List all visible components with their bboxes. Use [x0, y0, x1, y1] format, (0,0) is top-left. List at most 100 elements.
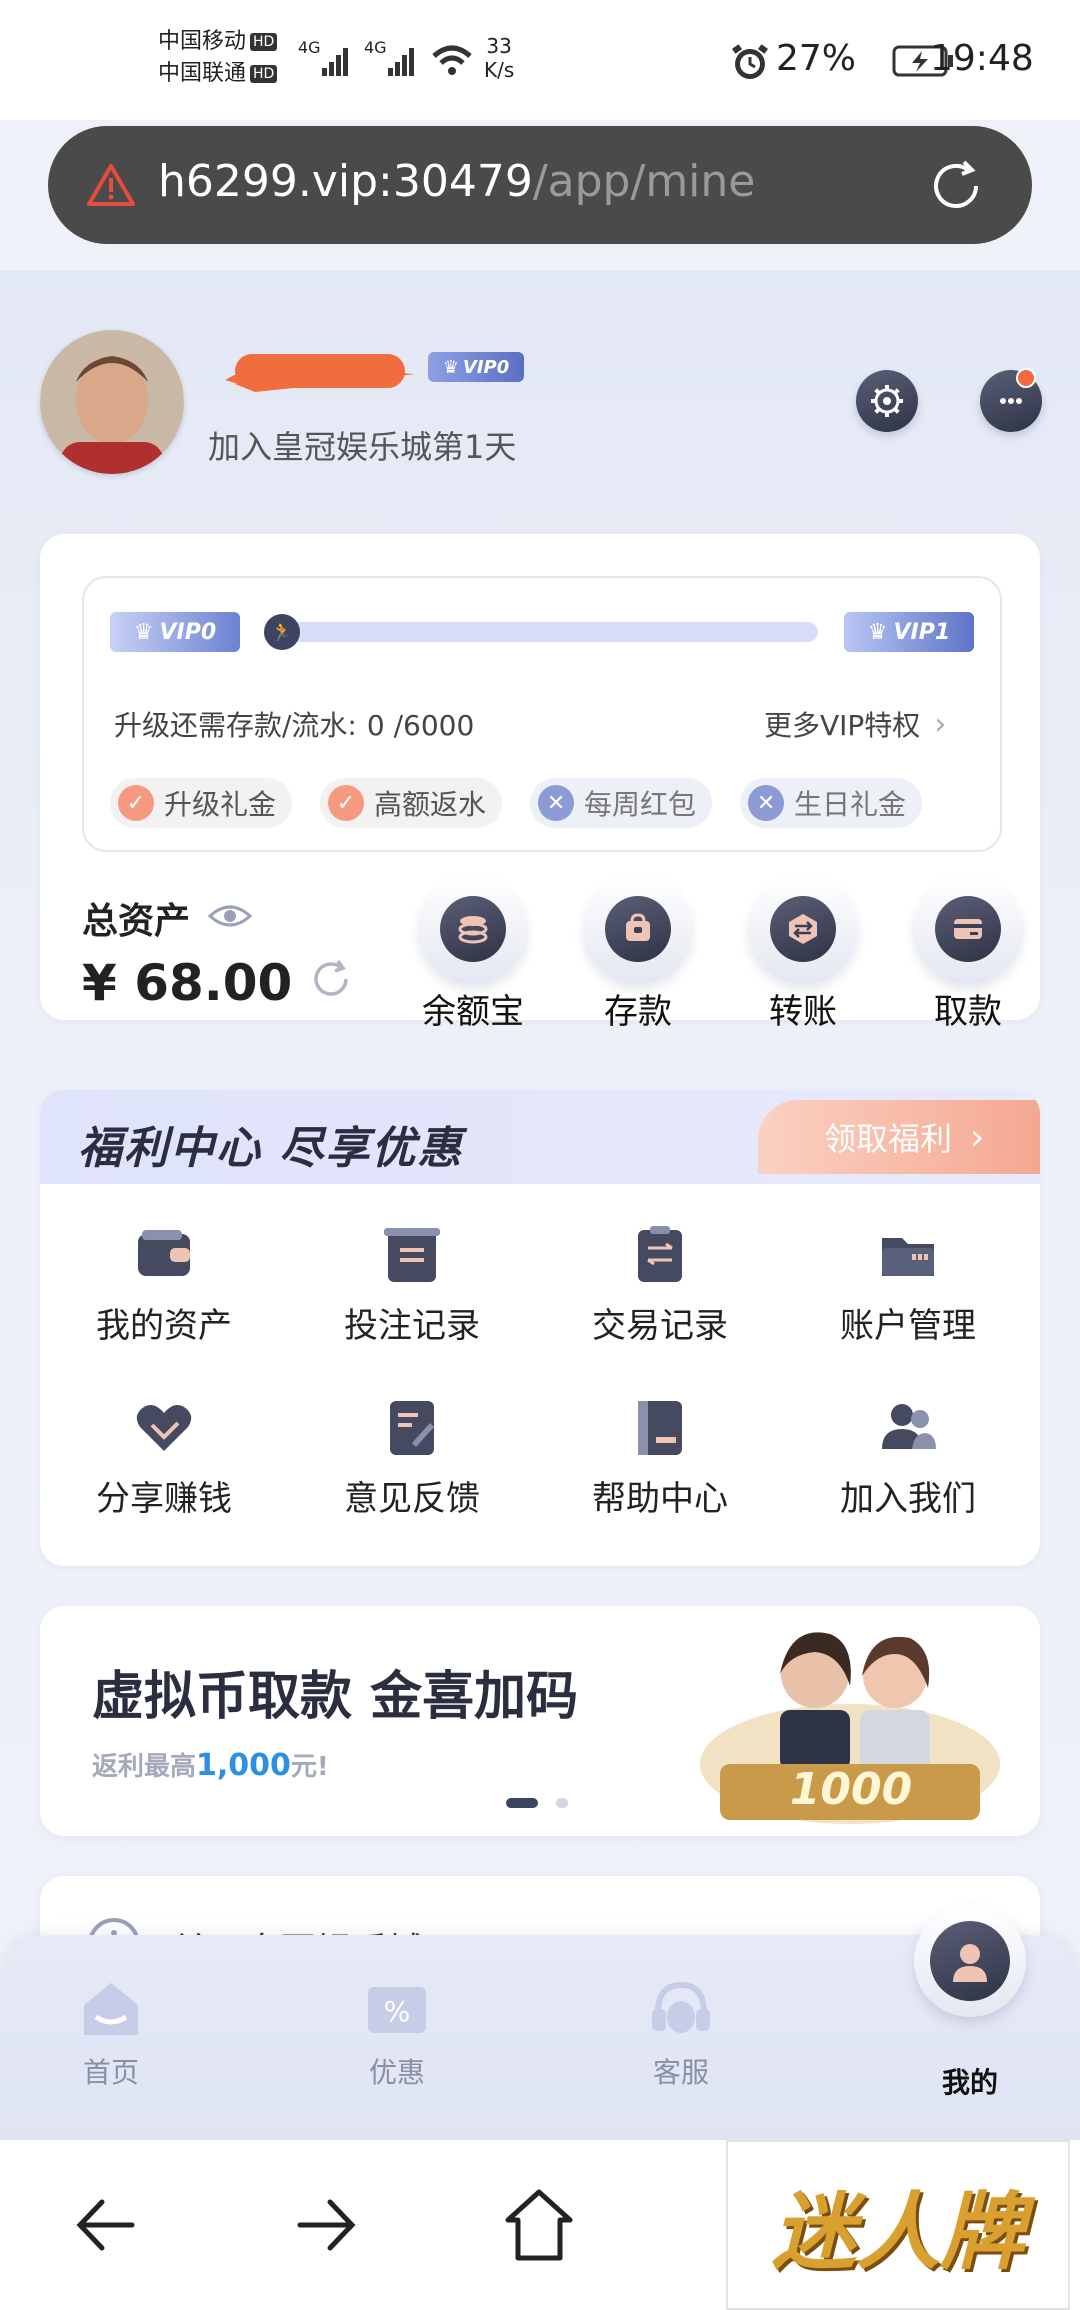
carrier-2: 中国联通	[158, 61, 247, 86]
welfare-center-card: 福利中心 尽享优惠 领取福利 › 我的资产 投注记录 交易记录 账户管理 分享赚…	[40, 1090, 1040, 1566]
chevron-right-icon: ›	[934, 706, 947, 742]
back-arrow-icon[interactable]	[62, 2180, 152, 2270]
wifi-icon	[430, 40, 474, 84]
svg-text:%: %	[384, 1995, 411, 2028]
home-icon	[26, 1977, 196, 2045]
grid-account-management[interactable]: 账户管理	[784, 1224, 1032, 1347]
action-label: 转账	[769, 992, 837, 1032]
check-icon: ✓	[118, 785, 154, 821]
vip-progress-bar: 🏃	[264, 614, 818, 650]
crown-icon: ♛	[867, 619, 888, 645]
grid-bet-records[interactable]: 投注记录	[288, 1224, 536, 1347]
hd-badge: HD	[250, 65, 278, 83]
chevron-right-icon: ›	[970, 1116, 985, 1158]
avatar[interactable]	[40, 330, 184, 474]
coin-stack-icon[interactable]	[418, 874, 528, 984]
headset-icon	[596, 1977, 766, 2045]
check-icon: ✓	[328, 785, 365, 821]
bet-record-icon	[382, 1224, 442, 1284]
vip-progress-panel: ♛ VIP0 🏃 ♛ VIP1 升级还需存款/流水: 0 /6000 更多VIP特权 ›…	[82, 576, 1002, 852]
feedback-icon	[382, 1397, 442, 1457]
tab-mine-label: 我的	[941, 2066, 998, 2099]
hd-badge: HD	[250, 33, 278, 51]
welfare-title: 福利中心 尽享优惠	[78, 1123, 464, 1174]
upgrade-requirement: 升级还需存款/流水: 0 /6000	[114, 709, 475, 742]
alarm-icon	[730, 42, 770, 86]
card-icon[interactable]	[913, 874, 1023, 984]
battery-percent: 27%	[776, 38, 857, 79]
crown-icon: ♛	[133, 619, 154, 645]
banner-art-text: 1000	[789, 1764, 913, 1815]
total-assets-title: 总资产	[82, 892, 253, 944]
crown-icon: ♛	[442, 356, 459, 378]
grid-join-us[interactable]: 加入我们	[784, 1397, 1032, 1520]
banner-title: 虚拟币取款 金喜加码	[92, 1667, 579, 1727]
action-withdraw[interactable]: 取款	[883, 874, 1053, 1033]
vip-perks: ✓ 升级礼金 ✓ 高额返水 ✕ 每周红包 ✕ 生日礼金	[110, 778, 923, 828]
tab-promotions[interactable]: % 优惠	[312, 1977, 482, 2091]
home-nav-icon[interactable]	[494, 2180, 584, 2270]
perk-weekly-redpacket[interactable]: ✕ 每周红包	[530, 778, 713, 828]
claim-welfare-button[interactable]: 领取福利 ›	[758, 1100, 1040, 1174]
cross-icon: ✕	[538, 785, 575, 821]
perk-upgrade-bonus[interactable]: ✓ 升级礼金	[110, 778, 293, 828]
user-icon	[930, 1921, 1010, 2001]
people-icon	[878, 1397, 938, 1457]
wallet-bag-icon[interactable]	[583, 874, 693, 984]
vip-assets-card: ♛ VIP0 🏃 ♛ VIP1 升级还需存款/流水: 0 /6000 更多VIP特权 ›…	[40, 534, 1040, 1032]
folder-icon	[878, 1224, 938, 1284]
action-label: 存款	[604, 992, 672, 1032]
action-label: 余额宝	[422, 992, 524, 1032]
slide-indicator-active[interactable]	[506, 1798, 538, 1808]
help-book-icon	[630, 1397, 690, 1457]
transfer-icon[interactable]	[748, 874, 858, 984]
grid-help-center[interactable]: 帮助中心	[536, 1397, 784, 1520]
system-nav-bar: 迷人牌	[0, 2140, 1080, 2310]
tab-customer-service[interactable]: 客服	[596, 1977, 766, 2091]
status-bar: 中国移动 HD 中国联通 HD 4G 4G 33 K/s 27% 19:48	[0, 0, 1080, 120]
more-vip-link[interactable]: 更多VIP特权 ›	[764, 704, 946, 744]
promo-banner[interactable]: 虚拟币取款 金喜加码 返利最高1,000元! 1000	[40, 1606, 1040, 1836]
action-deposit[interactable]: 存款	[553, 874, 723, 1033]
bottom-tab-bar: 首页 % 优惠 客服 我的	[0, 1905, 1080, 2140]
tab-home[interactable]: 首页	[26, 1977, 196, 2091]
url-text[interactable]: h6299.vip:30479/app/mine	[158, 156, 755, 207]
username-masked	[205, 340, 425, 394]
carrier-info: 中国移动 HD 中国联通 HD	[158, 26, 278, 90]
transaction-record-icon	[630, 1224, 690, 1284]
unread-dot	[1016, 368, 1036, 388]
handshake-icon	[134, 1397, 194, 1457]
action-yuebao[interactable]: 余额宝	[388, 874, 558, 1033]
warning-icon[interactable]	[86, 162, 136, 212]
grid-transaction-records[interactable]: 交易记录	[536, 1224, 784, 1347]
settings-icon[interactable]	[856, 370, 918, 432]
total-assets-amount: ¥ 68.00	[82, 954, 352, 1012]
reload-icon[interactable]	[928, 158, 984, 218]
banner-illustration: 1000	[690, 1614, 1010, 1830]
slide-indicator[interactable]	[556, 1798, 568, 1808]
grid-share-earn[interactable]: 分享赚钱	[40, 1397, 288, 1520]
carrier-1: 中国移动	[158, 29, 247, 54]
vip-next-badge: ♛ VIP1	[844, 612, 974, 652]
wallet-icon	[134, 1224, 194, 1284]
browser-url-bar[interactable]: h6299.vip:30479/app/mine	[48, 126, 1032, 244]
page-content: ♛ VIP0 加入皇冠娱乐城第1天 ♛ VIP0 🏃 ♛ VIP1 升级还需存款/流水…	[0, 270, 1080, 2140]
vip-badge: ♛ VIP0	[428, 352, 524, 382]
tab-mine[interactable]	[914, 1905, 1026, 2017]
grid-feedback[interactable]: 意见反馈	[288, 1397, 536, 1520]
discount-icon: %	[312, 1977, 482, 2045]
action-label: 取款	[934, 992, 1002, 1032]
runner-icon: 🏃	[264, 614, 300, 650]
perk-birthday-bonus[interactable]: ✕ 生日礼金	[740, 778, 923, 828]
clock: 19:48	[930, 38, 1034, 79]
perk-rebate[interactable]: ✓ 高额返水	[320, 778, 503, 828]
join-days-text: 加入皇冠娱乐城第1天	[208, 428, 517, 466]
action-transfer[interactable]: 转账	[718, 874, 888, 1033]
eye-icon[interactable]	[207, 898, 253, 939]
forward-arrow-icon[interactable]	[280, 2180, 370, 2270]
grid-my-assets[interactable]: 我的资产	[40, 1224, 288, 1347]
welfare-grid: 我的资产 投注记录 交易记录 账户管理 分享赚钱 意见反馈 帮助中心 加入我们	[40, 1224, 1040, 1520]
watermark-logo: 迷人牌	[726, 2140, 1070, 2310]
network-speed: 33 K/s	[484, 34, 515, 82]
refresh-icon[interactable]	[310, 954, 352, 1012]
